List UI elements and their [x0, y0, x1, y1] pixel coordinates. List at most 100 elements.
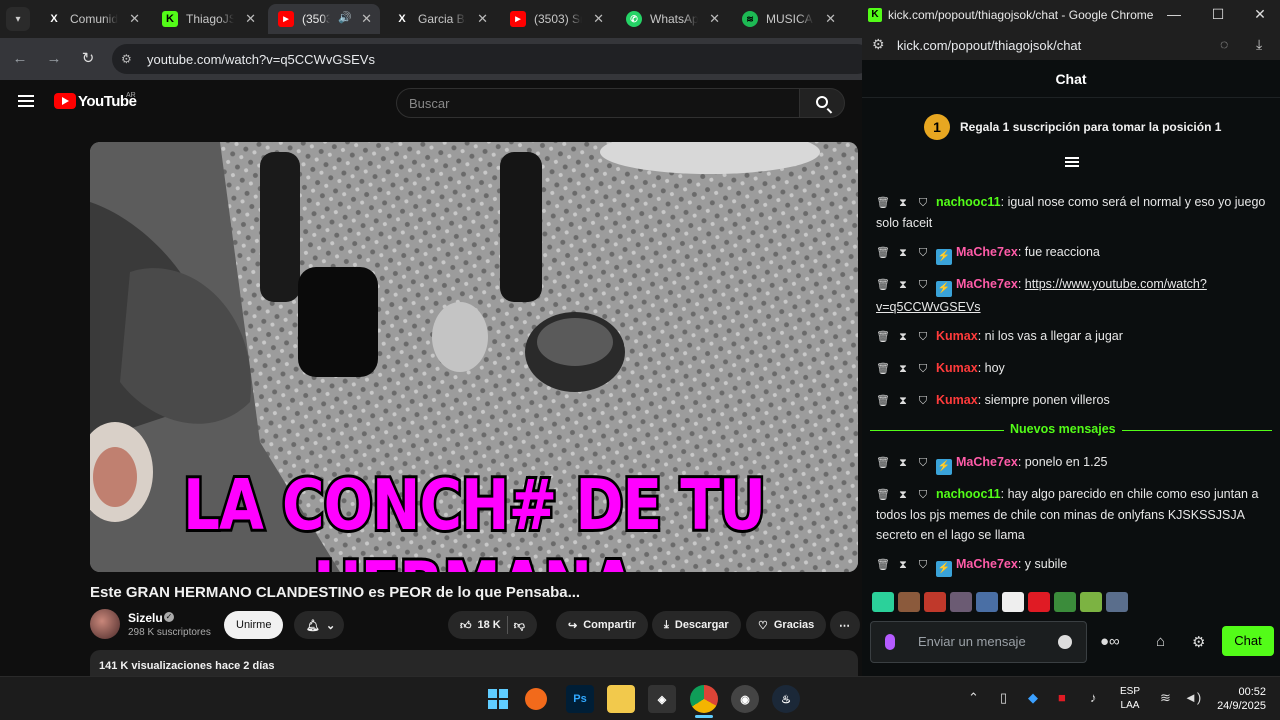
settings-icon[interactable]: ⚙ [1192, 633, 1205, 651]
emote-icon[interactable] [950, 592, 972, 612]
microphone-icon[interactable]: ♪ [1090, 690, 1097, 705]
close-icon[interactable]: ✕ [361, 11, 372, 27]
emote-icon[interactable] [976, 592, 998, 612]
chat-username[interactable]: MaChe7ex [956, 277, 1018, 291]
channel-avatar[interactable] [90, 609, 120, 639]
chat-input[interactable]: Enviar un mensaje [870, 621, 1087, 663]
emote-icon[interactable] [872, 592, 894, 612]
tab-youtube-2[interactable]: ▶ (3503) Sm ✕ [500, 4, 612, 34]
ban-icon[interactable]: ⛉ [916, 555, 930, 575]
steam-icon[interactable]: ♨ [772, 685, 800, 713]
youtube-logo-icon[interactable] [54, 93, 76, 109]
emote-icon[interactable] [1002, 592, 1024, 612]
chat-username[interactable]: MaChe7ex [956, 245, 1018, 259]
trash-icon[interactable]: 🗑 [876, 327, 890, 347]
obs-icon[interactable]: ◉ [731, 685, 759, 713]
blender-icon[interactable] [525, 688, 547, 710]
eye-off-icon[interactable]: ◌ [1220, 36, 1228, 52]
trash-icon[interactable]: 🗑 [876, 555, 890, 575]
like-count[interactable]: 18 K [478, 619, 501, 631]
dislike-button[interactable]: 👎︎ [514, 619, 525, 632]
chrome-icon[interactable] [690, 685, 718, 713]
shield-icon[interactable]: ◆ [1028, 690, 1038, 706]
trash-icon[interactable]: 🗑 [876, 391, 890, 411]
tab-whatsapp[interactable]: ✆ WhatsApp ✕ [616, 4, 728, 34]
emoji-icon[interactable] [1058, 635, 1072, 649]
download-button[interactable]: ⤓ Descargar [652, 611, 741, 639]
davinci-resolve-icon[interactable]: ◈ [648, 685, 676, 713]
trash-icon[interactable]: 🗑 [876, 193, 890, 213]
emote-icon[interactable] [1054, 592, 1076, 612]
share-button[interactable]: ↪ Compartir [556, 611, 648, 639]
send-chat-button[interactable]: Chat [1222, 626, 1274, 656]
minimize-icon[interactable]: — [1164, 6, 1184, 22]
ban-icon[interactable]: ⛉ [916, 359, 930, 379]
chat-username[interactable]: Kumax [936, 361, 978, 375]
language-indicator[interactable]: ESP LAA [1120, 685, 1140, 713]
app-tray-icon[interactable]: ■ [1058, 690, 1066, 705]
tab-search-button[interactable]: ▾ [6, 7, 30, 31]
close-icon[interactable]: ✕ [477, 11, 488, 27]
timeout-icon[interactable]: ⧗ [896, 359, 910, 379]
close-icon[interactable]: ✕ [709, 11, 720, 27]
chat-username[interactable]: Kumax [936, 329, 978, 343]
ban-icon[interactable]: ⛉ [916, 275, 930, 295]
channel-name[interactable]: Sizelu [128, 611, 163, 625]
tab-thiagojsok[interactable]: K ThiagoJSOK ✕ [152, 4, 264, 34]
join-button[interactable]: Unirme [224, 611, 284, 639]
site-info-icon[interactable]: ⚙ [872, 36, 885, 53]
timeout-icon[interactable]: ⧗ [896, 391, 910, 411]
timeout-icon[interactable]: ⧗ [896, 243, 910, 263]
timeout-icon[interactable]: ⧗ [896, 453, 910, 473]
maximize-icon[interactable]: ☐ [1208, 6, 1228, 23]
timeout-icon[interactable]: ⧗ [896, 327, 910, 347]
tab-musica[interactable]: ≋ MUSICA ✕ [732, 4, 844, 34]
kicks-icon[interactable]: ●∞ [1100, 633, 1120, 650]
timeout-icon[interactable]: ⧗ [896, 555, 910, 575]
trash-icon[interactable]: 🗑 [876, 243, 890, 263]
address-bar[interactable]: ⚙ youtube.com/watch?v=q5CCWvGSEVs [112, 44, 862, 74]
ban-icon[interactable]: ⛉ [916, 243, 930, 263]
ban-icon[interactable]: ⛉ [916, 327, 930, 347]
emote-icon[interactable] [1106, 592, 1128, 612]
reload-icon[interactable]: ↻ [78, 49, 98, 69]
microphone-icon[interactable] [885, 634, 895, 650]
menu-icon[interactable] [18, 95, 34, 107]
close-icon[interactable]: ✕ [1250, 6, 1270, 23]
trash-icon[interactable]: 🗑 [876, 275, 890, 295]
emote-icon[interactable] [924, 592, 946, 612]
wifi-icon[interactable]: ≋ [1160, 690, 1171, 706]
search-input[interactable]: Buscar [396, 88, 800, 118]
start-icon[interactable] [484, 685, 512, 713]
ban-icon[interactable]: ⛉ [916, 453, 930, 473]
timeout-icon[interactable]: ⧗ [896, 275, 910, 295]
forward-icon[interactable]: → [44, 49, 64, 69]
emote-icon[interactable] [898, 592, 920, 612]
search-button[interactable] [799, 88, 845, 118]
like-button[interactable]: 👍︎ [460, 619, 472, 632]
trash-icon[interactable]: 🗑 [876, 485, 890, 505]
description-box[interactable]: 141 K visualizaciones hace 2 días [90, 650, 858, 676]
thanks-button[interactable]: ♡ Gracias [746, 611, 827, 639]
back-icon[interactable]: ← [10, 49, 30, 69]
site-info-icon[interactable]: ⚙ [121, 52, 132, 66]
close-icon[interactable]: ✕ [825, 11, 836, 27]
speaker-icon[interactable]: 🔊 [338, 11, 352, 24]
ban-icon[interactable]: ⛉ [916, 485, 930, 505]
store-icon[interactable]: ⌂ [1156, 633, 1165, 650]
file-explorer-icon[interactable] [607, 685, 635, 713]
chat-username[interactable]: MaChe7ex [956, 557, 1018, 571]
timeout-icon[interactable]: ⧗ [896, 193, 910, 213]
tab-garcia[interactable]: X Garcia Ba ✕ [384, 4, 496, 34]
notifications-button[interactable]: 🔔︎ ⌄ [294, 611, 344, 639]
chat-username[interactable]: nachooc11 [936, 195, 1001, 209]
chat-username[interactable]: nachooc11 [936, 487, 1001, 501]
chat-username[interactable]: MaChe7ex [956, 455, 1018, 469]
close-icon[interactable]: ✕ [129, 11, 140, 27]
pinned-collapse-icon[interactable] [1065, 157, 1079, 167]
tab-youtube-active[interactable]: ▶ (3503) 🔊 ✕ [268, 4, 380, 34]
close-icon[interactable]: ✕ [245, 11, 256, 27]
chevron-up-icon[interactable]: ⌃ [968, 690, 979, 706]
download-icon[interactable]: ⤓ [1256, 36, 1262, 53]
trash-icon[interactable]: 🗑 [876, 359, 890, 379]
